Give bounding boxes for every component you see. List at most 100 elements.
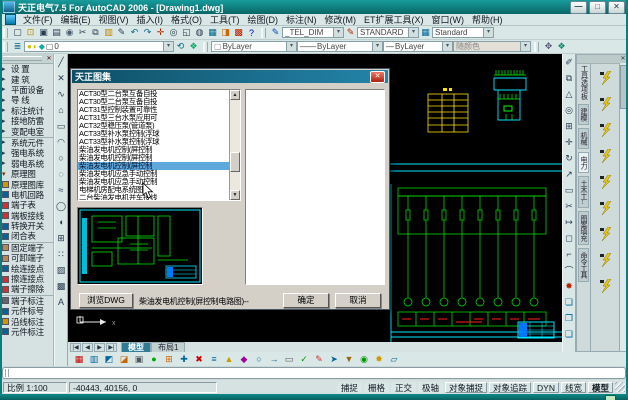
- tz-ring-icon[interactable]: ○: [252, 353, 266, 365]
- tz-box-icon[interactable]: ▭: [282, 353, 296, 365]
- command-line[interactable]: [2, 367, 626, 379]
- menu-item[interactable]: 工具(T): [206, 13, 244, 26]
- screen-menu-item[interactable]: 导 线: [0, 95, 53, 105]
- explode-icon[interactable]: ✸: [563, 278, 576, 294]
- toolbar-grip[interactable]: [261, 28, 266, 38]
- tz-sheet-icon[interactable]: ▥: [87, 353, 101, 365]
- rectangle-icon[interactable]: ▭: [55, 118, 68, 134]
- ok-button[interactable]: 确定: [283, 293, 329, 308]
- zoom-window-icon[interactable]: ◱: [180, 27, 193, 39]
- menu-item[interactable]: 格式(O): [167, 13, 206, 26]
- group-edit-icon[interactable]: ❐: [563, 310, 576, 326]
- construction-line-icon[interactable]: ✕: [55, 70, 68, 86]
- screen-menu-close-icon[interactable]: ✕: [45, 55, 53, 63]
- new-file-icon[interactable]: ▢: [11, 27, 24, 39]
- redo-icon[interactable]: ↷: [141, 27, 154, 39]
- table-style-select[interactable]: Standard▾: [432, 27, 494, 38]
- screen-menu-grip[interactable]: [3, 56, 42, 61]
- screen-menu-item[interactable]: 建 筑: [0, 74, 53, 84]
- screen-menu-item[interactable]: 端板接线: [0, 210, 53, 220]
- menu-item[interactable]: 编辑(E): [57, 13, 95, 26]
- toolbar-grip[interactable]: [3, 28, 8, 38]
- drawing-file-icon[interactable]: [5, 14, 16, 25]
- trim-icon[interactable]: ✂: [563, 198, 576, 214]
- tz-align-icon[interactable]: ≡: [207, 353, 221, 365]
- screen-menu-item[interactable]: 弱电系统: [0, 159, 53, 169]
- screen-menu-item[interactable]: 转换开关: [0, 221, 53, 231]
- dialog-titlebar[interactable]: 天正图集 ✕: [72, 70, 388, 83]
- layout-tab[interactable]: 模型: [121, 342, 151, 352]
- electrical-symbol-3[interactable]: [598, 123, 614, 139]
- toolbar-grip[interactable]: [3, 42, 8, 52]
- tz-star-icon[interactable]: ✸: [372, 353, 386, 365]
- hatch-icon[interactable]: ▨: [55, 262, 68, 278]
- menu-item[interactable]: ET扩展工具(X): [360, 13, 428, 26]
- resize-grip[interactable]: [615, 382, 625, 392]
- text-style-icon[interactable]: ✎: [269, 27, 282, 39]
- circle-icon[interactable]: ○: [55, 150, 68, 166]
- tz-up-icon[interactable]: ▲: [222, 353, 236, 365]
- screen-menu-item[interactable]: 可卸端子: [0, 253, 53, 263]
- stretch-icon[interactable]: ▭: [563, 182, 576, 198]
- screen-menu-item[interactable]: 强电系统: [0, 148, 53, 158]
- menu-item[interactable]: 插入(I): [133, 13, 168, 26]
- screen-menu-item[interactable]: 闭合表: [0, 231, 53, 241]
- status-toggle-button[interactable]: 捕捉: [337, 382, 362, 393]
- tz-grid-icon[interactable]: ⊞: [162, 353, 176, 365]
- screen-menu-item[interactable]: 沿线标注: [0, 316, 53, 326]
- match-properties-icon[interactable]: ✎: [115, 27, 128, 39]
- atlas-listbox[interactable]: ACT30型二台泵互备自投ACT30型二台泵互备自投ACT31型控制装置可靠性A…: [77, 89, 241, 201]
- layer-previous-icon[interactable]: ⟲: [174, 41, 187, 53]
- color-select[interactable]: ▢ByLayer▾: [211, 41, 297, 52]
- zoom-realtime-icon[interactable]: ◎: [167, 27, 180, 39]
- dim-style-icon[interactable]: ✎: [344, 27, 357, 39]
- electrical-symbol-1[interactable]: [598, 71, 614, 87]
- spline-icon[interactable]: ≈: [55, 182, 68, 198]
- model-space-button[interactable]: 模型: [588, 382, 613, 393]
- tz-circle-icon[interactable]: ●: [147, 353, 161, 365]
- menu-item[interactable]: 文件(F): [19, 13, 57, 26]
- drawing-preview[interactable]: [77, 207, 203, 285]
- tz-wire-icon[interactable]: ✖: [192, 353, 206, 365]
- tz-check-icon[interactable]: ✓: [297, 353, 311, 365]
- electrical-symbol-8[interactable]: [598, 253, 614, 269]
- screen-menu-item[interactable]: 绘连接点: [0, 263, 53, 273]
- print-preview-icon[interactable]: ◉: [63, 27, 76, 39]
- menu-item[interactable]: 视图(V): [95, 13, 133, 26]
- copy-object-icon[interactable]: ⧉: [563, 70, 576, 86]
- close-button[interactable]: ✕: [608, 1, 625, 14]
- layer-states-icon[interactable]: ❖: [187, 41, 200, 53]
- screen-menu-item[interactable]: 电机回路: [0, 190, 53, 200]
- toolbar-grip[interactable]: [534, 42, 539, 52]
- palette-tab[interactable]: 机械: [578, 128, 589, 149]
- tz-match-icon[interactable]: ✥: [542, 41, 555, 53]
- pan-icon[interactable]: ✛: [154, 27, 167, 39]
- fillet-icon[interactable]: ⌒: [563, 262, 576, 278]
- menu-item[interactable]: 修改(M): [321, 13, 361, 26]
- tz-target-icon[interactable]: ◉: [357, 353, 371, 365]
- layer-manager-icon[interactable]: ≣: [11, 41, 24, 53]
- linetype-select[interactable]: ——ByLayer▾: [297, 41, 383, 52]
- screen-menu-item[interactable]: 设 置: [0, 64, 53, 74]
- tz-tools-icon[interactable]: ❖: [555, 41, 568, 53]
- polygon-icon[interactable]: ⌂: [55, 102, 68, 118]
- tz-export-icon[interactable]: ◪: [117, 353, 131, 365]
- dialog-close-icon[interactable]: ✕: [370, 71, 385, 83]
- tz-pan-icon[interactable]: ▱: [387, 353, 401, 365]
- status-toggle-button[interactable]: DYN: [533, 382, 559, 393]
- gradient-icon[interactable]: ▩: [55, 278, 68, 294]
- menu-item[interactable]: 标注(N): [282, 13, 321, 26]
- electrical-symbol-7[interactable]: [598, 227, 614, 243]
- scale-icon[interactable]: ↗: [563, 166, 576, 182]
- scale-indicator[interactable]: 比例 1:100: [3, 382, 67, 393]
- list-scrollbar[interactable]: ▲ ▼: [229, 90, 240, 200]
- tz-layer-icon[interactable]: ◩: [102, 353, 116, 365]
- screen-menu-item[interactable]: 端子擦除: [0, 284, 53, 294]
- palette-tab[interactable]: 电力: [578, 152, 589, 173]
- electrical-symbol-9[interactable]: [598, 279, 614, 295]
- screen-menu-item[interactable]: 端子表: [0, 200, 53, 210]
- palette-tab[interactable]: 土木工...: [578, 176, 589, 208]
- command-line-grip[interactable]: [5, 369, 9, 377]
- cut-icon[interactable]: ✂: [76, 27, 89, 39]
- rotate-icon[interactable]: ↻: [563, 150, 576, 166]
